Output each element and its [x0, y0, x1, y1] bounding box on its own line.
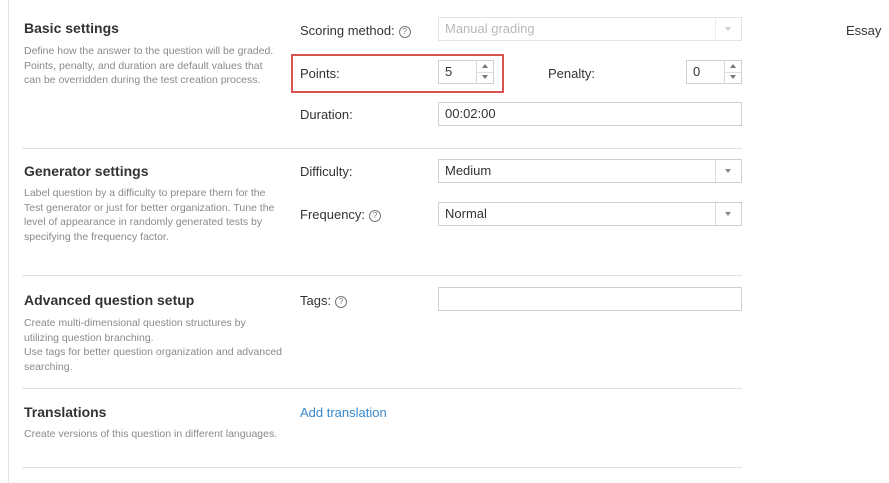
caret-down-icon [725, 27, 731, 31]
panel-left-border [8, 0, 9, 483]
frequency-value: Normal [445, 206, 487, 221]
arrow-up-icon [730, 64, 736, 68]
points-highlight-box [291, 54, 504, 93]
section-divider [22, 148, 742, 149]
frequency-select[interactable]: Normal [438, 202, 742, 226]
tags-label: Tags:? [300, 293, 348, 308]
dropdown-button[interactable] [715, 203, 741, 225]
help-icon[interactable]: ? [335, 296, 348, 308]
scoring-method-label: Scoring method:? [300, 23, 411, 38]
frequency-label: Frequency:? [300, 207, 382, 222]
caret-down-icon [725, 212, 731, 216]
translations-description: Create versions of this question in diff… [24, 428, 278, 440]
penalty-value: 0 [693, 64, 701, 79]
tags-input[interactable] [438, 287, 742, 311]
penalty-decrement-button[interactable] [725, 72, 741, 83]
duration-label: Duration: [300, 107, 353, 122]
basic-settings-description: Define how the answer to the question wi… [24, 45, 274, 86]
translations-title: Translations [24, 404, 107, 420]
scoring-method-value: Manual grading [445, 21, 535, 36]
advanced-setup-description: Create multi-dimensional question struct… [24, 317, 283, 373]
add-translation-link[interactable]: Add translation [300, 405, 387, 420]
section-divider [22, 388, 742, 389]
difficulty-value: Medium [445, 163, 492, 178]
duration-input[interactable]: 00:02:00 [438, 102, 742, 126]
penalty-input[interactable]: 0 [686, 60, 742, 84]
generator-settings-description: Label question by a difficulty to prepar… [24, 187, 275, 243]
section-divider [22, 275, 742, 276]
basic-settings-title: Basic settings [24, 20, 119, 36]
help-icon[interactable]: ? [369, 210, 382, 222]
help-icon[interactable]: ? [398, 26, 411, 38]
difficulty-label: Difficulty: [300, 164, 353, 179]
dropdown-button[interactable] [715, 18, 741, 40]
penalty-label: Penalty: [548, 66, 595, 81]
arrow-down-icon [730, 75, 736, 79]
generator-settings-title: Generator settings [24, 163, 149, 179]
caret-down-icon [725, 169, 731, 173]
question-type-label: Essay [846, 23, 882, 38]
scoring-method-select[interactable]: Manual grading [438, 17, 742, 41]
dropdown-button[interactable] [715, 160, 741, 182]
advanced-setup-title: Advanced question setup [24, 292, 195, 308]
penalty-spinner [724, 61, 741, 83]
section-divider [22, 467, 742, 468]
difficulty-select[interactable]: Medium [438, 159, 742, 183]
